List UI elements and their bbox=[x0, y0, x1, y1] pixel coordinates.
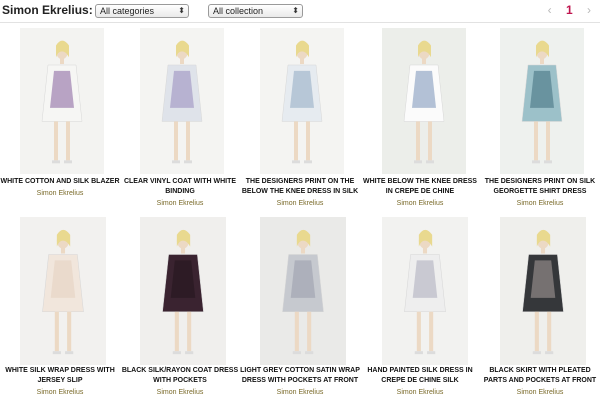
product-designer[interactable]: Simon Ekrelius bbox=[240, 388, 360, 397]
dropdown-arrow-icon: ⬍ bbox=[292, 6, 299, 15]
product-image[interactable] bbox=[260, 28, 344, 174]
product-card[interactable]: WHITE COTTON AND SILK BLAZER Simon Ekreli… bbox=[0, 25, 120, 210]
product-title[interactable]: WHITE COTTON AND SILK BLAZER bbox=[0, 177, 120, 187]
product-image[interactable] bbox=[500, 28, 584, 174]
product-designer[interactable]: Simon Ekrelius bbox=[120, 388, 240, 397]
product-title[interactable]: THE DESIGNERS PRINT ON SILK GEORGETTE SH… bbox=[480, 177, 600, 197]
product-designer[interactable]: Simon Ekrelius bbox=[480, 388, 600, 397]
product-card[interactable]: BLACK SKIRT WITH PLEATED PARTS AND POCKE… bbox=[480, 214, 600, 399]
product-designer[interactable]: Simon Ekrelius bbox=[480, 199, 600, 208]
product-title[interactable]: LIGHT GREY COTTON SATIN WRAP DRESS WITH … bbox=[240, 366, 360, 386]
product-designer[interactable]: Simon Ekrelius bbox=[0, 388, 120, 397]
next-page-button[interactable]: › bbox=[580, 3, 598, 17]
product-image[interactable] bbox=[500, 217, 586, 365]
product-image[interactable] bbox=[382, 28, 466, 174]
product-designer[interactable]: Simon Ekrelius bbox=[360, 199, 480, 208]
product-image[interactable] bbox=[140, 28, 224, 174]
product-image[interactable] bbox=[20, 217, 106, 365]
product-title[interactable]: WHITE SILK WRAP DRESS WITH JERSEY SLIP bbox=[0, 366, 120, 386]
product-card[interactable]: HAND PAINTED SILK DRESS IN CREPE DE CHIN… bbox=[360, 214, 480, 399]
product-image[interactable] bbox=[20, 28, 104, 174]
current-page[interactable]: 1 bbox=[562, 3, 577, 17]
designer-title: Simon Ekrelius: bbox=[2, 3, 93, 17]
dropdown-arrow-icon: ⬍ bbox=[178, 6, 185, 15]
product-card[interactable]: CLEAR VINYL COAT WITH WHITE BINDING Simon… bbox=[120, 25, 240, 210]
collection-select-value: All collection bbox=[213, 6, 264, 16]
product-title[interactable]: BLACK SKIRT WITH PLEATED PARTS AND POCKE… bbox=[480, 366, 600, 386]
product-card[interactable]: WHITE BELOW THE KNEE DRESS IN CREPE DE C… bbox=[360, 25, 480, 210]
product-card[interactable]: THE DESIGNERS PRINT ON SILK GEORGETTE SH… bbox=[480, 25, 600, 210]
product-card[interactable]: WHITE SILK WRAP DRESS WITH JERSEY SLIP Si… bbox=[0, 214, 120, 399]
category-select-value: All categories bbox=[100, 6, 155, 16]
product-title[interactable]: BLACK SILK/RAYON COAT DRESS WITH POCKETS bbox=[120, 366, 240, 386]
filter-bar: Simon Ekrelius: All categories ⬍ All col… bbox=[0, 0, 600, 22]
product-image[interactable] bbox=[140, 217, 226, 365]
product-image[interactable] bbox=[260, 217, 346, 365]
product-card[interactable]: THE DESIGNERS PRINT ON THE BELOW THE KNE… bbox=[240, 25, 360, 210]
product-card[interactable]: BLACK SILK/RAYON COAT DRESS WITH POCKETS… bbox=[120, 214, 240, 399]
product-designer[interactable]: Simon Ekrelius bbox=[0, 189, 120, 198]
product-designer[interactable]: Simon Ekrelius bbox=[240, 199, 360, 208]
product-card[interactable]: LIGHT GREY COTTON SATIN WRAP DRESS WITH … bbox=[240, 214, 360, 399]
product-title[interactable]: WHITE BELOW THE KNEE DRESS IN CREPE DE C… bbox=[360, 177, 480, 197]
header-divider bbox=[0, 22, 600, 23]
pagination: ‹ 1 › bbox=[541, 3, 598, 17]
product-image[interactable] bbox=[382, 217, 468, 365]
product-designer[interactable]: Simon Ekrelius bbox=[120, 199, 240, 208]
category-select[interactable]: All categories ⬍ bbox=[95, 4, 189, 18]
product-title[interactable]: HAND PAINTED SILK DRESS IN CREPE DE CHIN… bbox=[360, 366, 480, 386]
collection-select[interactable]: All collection ⬍ bbox=[208, 4, 303, 18]
product-designer[interactable]: Simon Ekrelius bbox=[360, 388, 480, 397]
prev-page-button[interactable]: ‹ bbox=[541, 3, 559, 17]
product-title[interactable]: CLEAR VINYL COAT WITH WHITE BINDING bbox=[120, 177, 240, 197]
product-title[interactable]: THE DESIGNERS PRINT ON THE BELOW THE KNE… bbox=[240, 177, 360, 197]
